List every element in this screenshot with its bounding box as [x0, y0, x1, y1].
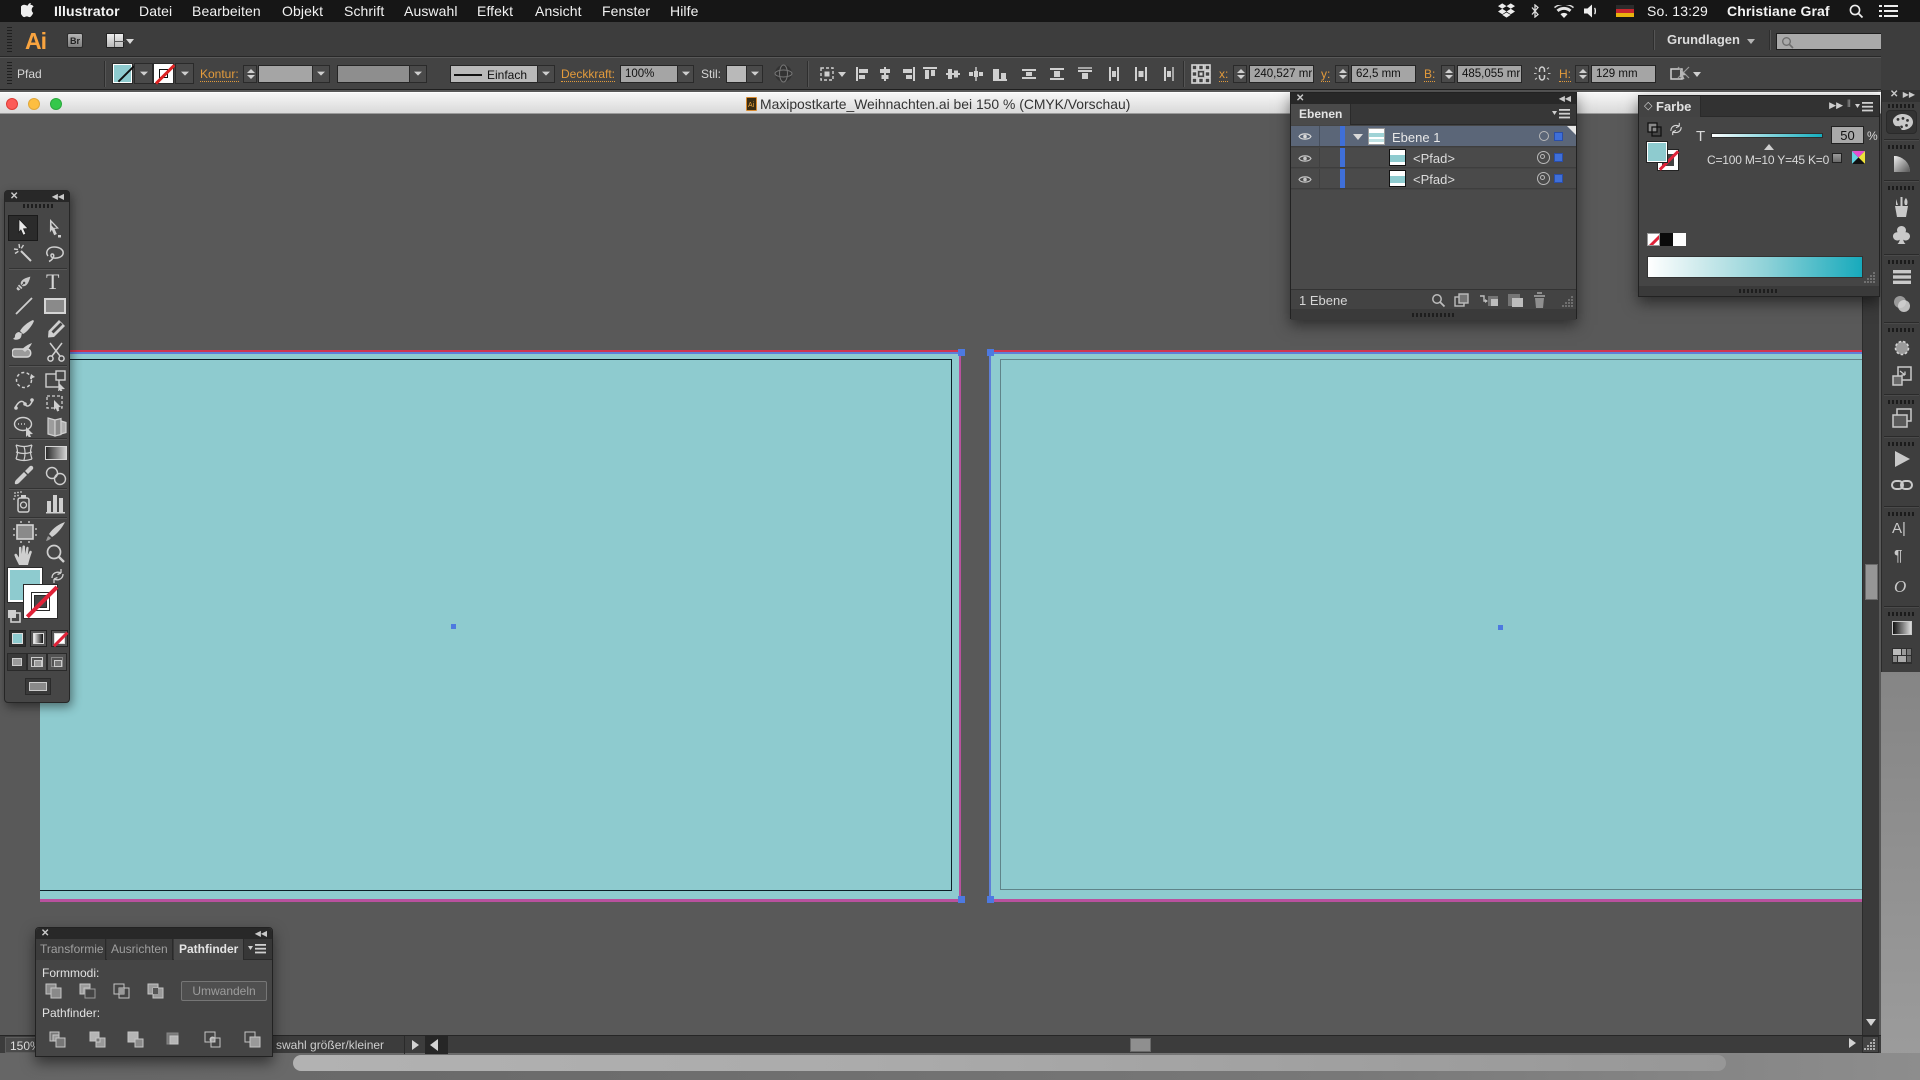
svg-text:Ai: Ai [748, 102, 755, 109]
